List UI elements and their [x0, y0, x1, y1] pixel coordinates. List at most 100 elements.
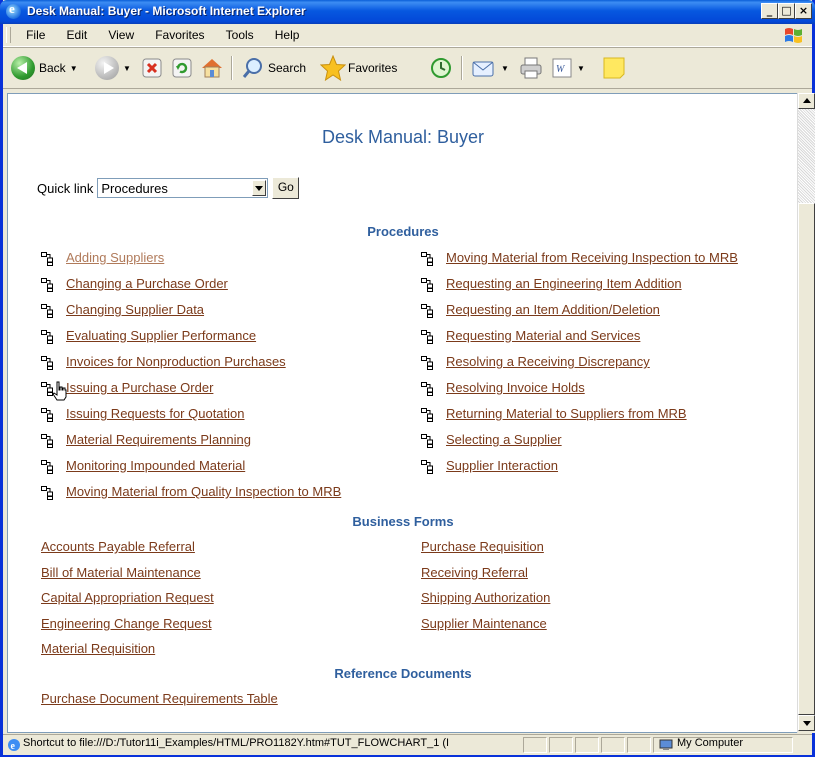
document-link[interactable]: Evaluating Supplier Performance — [66, 328, 256, 343]
document-link[interactable]: Moving Material from Quality Inspection … — [66, 484, 341, 499]
back-arrow-icon — [11, 56, 35, 80]
search-button[interactable]: Search — [241, 54, 306, 82]
document-link[interactable]: Changing a Purchase Order — [66, 276, 228, 291]
ie-logo-icon — [6, 1, 21, 19]
status-pane — [523, 737, 547, 753]
back-button[interactable]: Back ▼ — [11, 54, 78, 82]
page-title: Desk Manual: Buyer — [321, 127, 485, 147]
back-label: Back — [39, 61, 66, 75]
minimize-button[interactable]: _ — [761, 3, 778, 19]
edit-button[interactable]: W ▼ — [551, 54, 585, 82]
status-bar: e Shortcut to file:///D:/Tutor11i_Exampl… — [3, 734, 812, 755]
history-button[interactable] — [429, 54, 453, 82]
scroll-down-button[interactable] — [798, 715, 815, 731]
menu-favorites[interactable]: Favorites — [147, 25, 212, 46]
document-link[interactable]: Purchase Document Requirements Table — [41, 691, 278, 706]
process-flow-icon — [41, 434, 53, 448]
document-link[interactable]: Bill of Material Maintenance — [41, 565, 201, 580]
status-pane — [627, 737, 651, 753]
dropdown-arrow-icon[interactable] — [252, 180, 267, 196]
favorites-button[interactable]: Favorites — [320, 54, 397, 82]
document-link[interactable]: Purchase Requisition — [421, 539, 544, 554]
chevron-down-icon[interactable]: ▼ — [123, 64, 131, 73]
note-icon — [603, 57, 625, 79]
search-icon — [242, 58, 262, 78]
window-title: Desk Manual: Buyer - Microsoft Internet … — [27, 4, 306, 18]
mail-button[interactable]: ▼ — [471, 54, 509, 82]
process-flow-icon — [421, 330, 433, 344]
zone-text: My Computer — [677, 737, 744, 749]
quick-link-label: Quick link — [37, 180, 94, 196]
scroll-up-button[interactable] — [798, 93, 815, 109]
document-link[interactable]: Supplier Maintenance — [421, 616, 547, 631]
menu-view[interactable]: View — [100, 25, 142, 46]
standard-toolbar: Back ▼ ▼ Search Favorites ▼ W ▼ — [3, 48, 812, 89]
go-button[interactable]: Go — [272, 177, 300, 199]
process-flow-icon — [421, 434, 433, 448]
scroll-track[interactable] — [798, 109, 815, 203]
document-link[interactable]: Selecting a Supplier — [446, 432, 562, 447]
document-link[interactable]: Monitoring Impounded Material — [66, 458, 245, 473]
document-link[interactable]: Moving Material from Receiving Inspectio… — [446, 250, 738, 265]
toolbar-separator — [461, 56, 463, 80]
menu-tools[interactable]: Tools — [218, 25, 262, 46]
document-link[interactable]: Accounts Payable Referral — [41, 539, 195, 554]
document-link[interactable]: Resolving a Receiving Discrepancy — [446, 354, 650, 369]
process-flow-icon — [421, 382, 433, 396]
process-flow-icon — [41, 486, 53, 500]
process-flow-icon — [421, 252, 433, 266]
messenger-button[interactable] — [601, 54, 627, 82]
forward-button[interactable]: ▼ — [95, 54, 131, 82]
close-button[interactable]: × — [795, 3, 812, 19]
document-link[interactable]: Requesting Material and Services — [446, 328, 640, 343]
document-link[interactable]: Adding Suppliers — [66, 250, 164, 265]
menu-file[interactable]: File — [18, 25, 53, 46]
refresh-button[interactable] — [172, 54, 192, 82]
document-link[interactable]: Engineering Change Request — [41, 616, 212, 631]
document-link[interactable]: Material Requirements Planning — [66, 432, 251, 447]
refresh-icon — [172, 58, 192, 78]
vertical-scrollbar[interactable] — [797, 93, 815, 733]
document-link[interactable]: Issuing a Purchase Order — [66, 380, 213, 395]
page-content[interactable]: Desk Manual: Buyer Quick link Procedures… — [7, 93, 799, 733]
document-link[interactable]: Issuing Requests for Quotation — [66, 406, 245, 421]
status-pane — [575, 737, 599, 753]
menubar-grip — [6, 27, 11, 43]
windows-logo-icon — [785, 28, 802, 43]
print-button[interactable] — [519, 54, 543, 82]
favorites-label: Favorites — [348, 61, 398, 75]
process-flow-icon — [41, 408, 53, 422]
ie-page-icon: e — [8, 739, 20, 752]
section-heading-business-forms: Business Forms — [352, 514, 454, 529]
document-link[interactable]: Resolving Invoice Holds — [446, 380, 585, 395]
maximize-button[interactable]: □ — [778, 3, 795, 19]
chevron-down-icon[interactable]: ▼ — [501, 64, 509, 73]
document-link[interactable]: Capital Appropriation Request — [41, 590, 214, 605]
home-button[interactable] — [200, 54, 224, 82]
svg-text:e: e — [11, 741, 16, 752]
document-link[interactable]: Supplier Interaction — [446, 458, 558, 473]
process-flow-icon — [41, 252, 53, 266]
document-link[interactable]: Receiving Referral — [421, 565, 528, 580]
document-link[interactable]: Shipping Authorization — [421, 590, 550, 605]
menu-help[interactable]: Help — [267, 25, 308, 46]
document-link[interactable]: Requesting an Engineering Item Addition — [446, 276, 682, 291]
quick-link-select[interactable]: Procedures — [97, 178, 269, 198]
stop-button[interactable] — [142, 54, 162, 82]
search-label: Search — [268, 61, 307, 75]
chevron-down-icon[interactable]: ▼ — [577, 64, 585, 73]
document-link[interactable]: Material Requisition — [41, 641, 155, 656]
menu-edit[interactable]: Edit — [59, 25, 96, 46]
process-flow-icon — [421, 408, 433, 422]
document-link[interactable]: Returning Material to Suppliers from MRB — [446, 406, 687, 421]
scroll-thumb[interactable] — [798, 203, 815, 715]
chevron-down-icon[interactable]: ▼ — [70, 64, 78, 73]
process-flow-icon — [421, 356, 433, 370]
browser-window: Desk Manual: Buyer - Microsoft Internet … — [0, 0, 815, 757]
document-link[interactable]: Requesting an Item Addition/Deletion — [446, 302, 660, 317]
document-link[interactable]: Changing Supplier Data — [66, 302, 204, 317]
process-flow-icon — [421, 460, 433, 474]
title-bar[interactable]: Desk Manual: Buyer - Microsoft Internet … — [0, 0, 815, 24]
document-link[interactable]: Invoices for Nonproduction Purchases — [66, 354, 286, 369]
process-flow-icon — [41, 330, 53, 344]
